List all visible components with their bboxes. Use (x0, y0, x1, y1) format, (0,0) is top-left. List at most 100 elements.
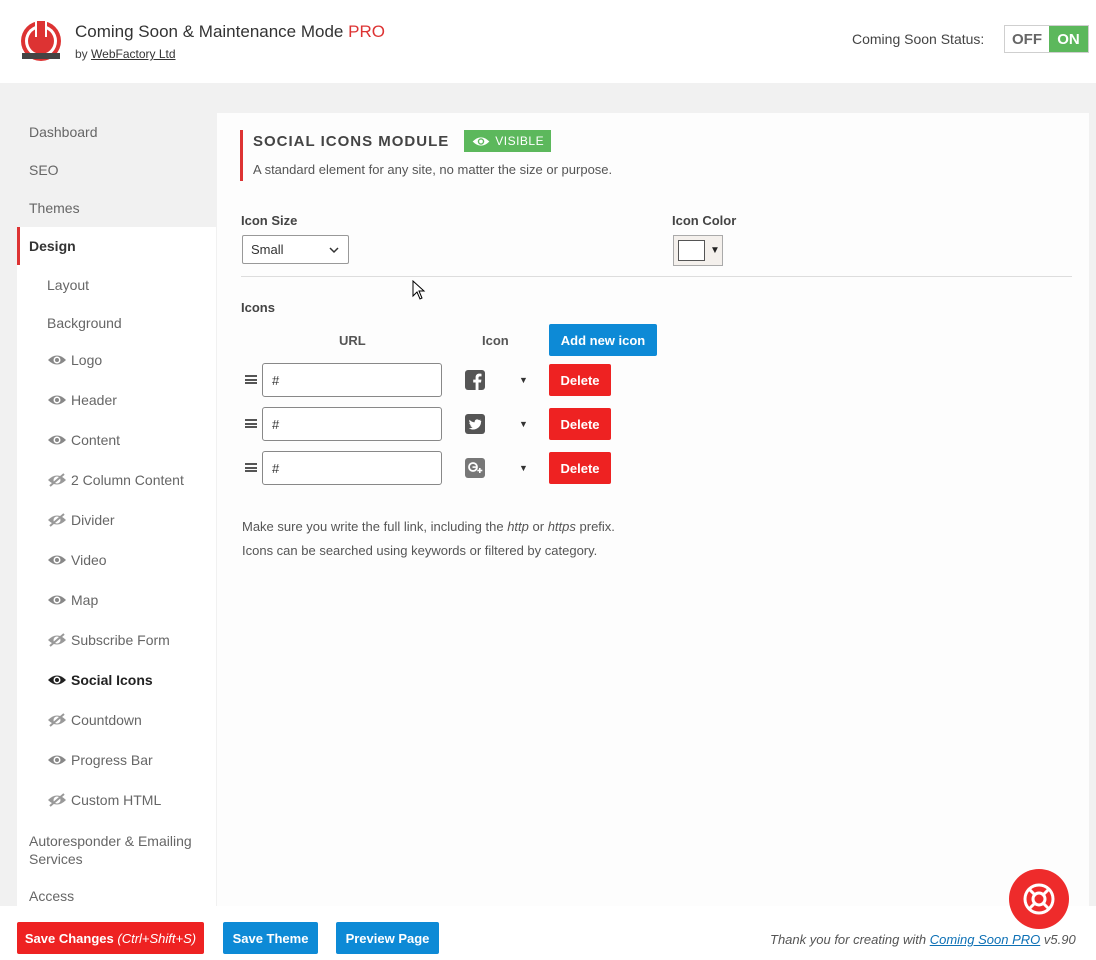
sidebar-subitem-label: Divider (71, 512, 115, 528)
icon-size-value: Small (251, 242, 284, 257)
help-note-prefix: Make sure you write the full link, inclu… (242, 519, 615, 534)
help-note-search: Icons can be searched using keywords or … (242, 543, 598, 558)
eye-icon (472, 136, 490, 146)
preview-page-button[interactable]: Preview Page (336, 922, 439, 954)
toggle-off[interactable]: OFF (1005, 26, 1049, 52)
sidebar-subitem-divider[interactable]: Divider (17, 500, 216, 540)
module-header: SOCIAL ICONS MODULE VISIBLE A standard e… (240, 130, 612, 181)
eye-slash-icon[interactable] (47, 513, 67, 527)
eye-icon[interactable] (47, 433, 67, 447)
url-input[interactable]: # (262, 407, 442, 441)
help-lifebuoy-button[interactable] (1009, 869, 1069, 929)
sidebar-subitem-layout[interactable]: Layout (17, 265, 216, 305)
sidebar-subitem-label: Progress Bar (71, 752, 153, 768)
by-prefix: by (75, 47, 88, 61)
icon-size-select[interactable]: Small (242, 235, 349, 264)
sidebar-subitem-video[interactable]: Video (17, 540, 216, 580)
app-title: Coming Soon & Maintenance Mode PRO (75, 22, 385, 42)
sidebar-subitem-map[interactable]: Map (17, 580, 216, 620)
thanks-note: Thank you for creating with Coming Soon … (770, 932, 1076, 947)
drag-handle-icon[interactable] (245, 419, 257, 428)
sidebar-subitem-background[interactable]: Background (17, 303, 216, 343)
sidebar-item-autoresponder[interactable]: Autoresponder & Emailing Services (17, 826, 216, 878)
caret-down-icon[interactable]: ▼ (519, 375, 528, 385)
visible-badge[interactable]: VISIBLE (464, 130, 552, 152)
icon-color-label: Icon Color (672, 213, 737, 228)
sidebar-subitem-subscribe-form[interactable]: Subscribe Form (17, 620, 216, 660)
url-column-header: URL (339, 333, 366, 348)
sidebar-subitem-label: Countdown (71, 712, 142, 728)
lifebuoy-icon (1023, 883, 1055, 915)
save-shortcut: (Ctrl+Shift+S) (117, 930, 197, 946)
module-description: A standard element for any site, no matt… (253, 162, 613, 177)
save-changes-label: Save Changes (24, 930, 114, 946)
sidebar-subitem-progress-bar[interactable]: Progress Bar (17, 740, 216, 780)
url-input[interactable]: # (262, 363, 442, 397)
eye-slash-icon[interactable] (47, 713, 67, 727)
delete-button[interactable]: Delete (549, 364, 611, 396)
facebook-icon[interactable] (465, 370, 485, 390)
eye-icon[interactable] (47, 673, 67, 687)
thanks-text: Thank you for creating with (770, 932, 927, 947)
sidebar-subitem-label: Layout (47, 277, 90, 293)
sidebar-item-dashboard[interactable]: Dashboard (17, 113, 216, 151)
sidebar-item-seo[interactable]: SEO (17, 151, 216, 189)
eye-icon[interactable] (47, 553, 67, 567)
sidebar-subitem-countdown[interactable]: Countdown (17, 700, 216, 740)
section-divider (241, 276, 1072, 277)
caret-down-icon: ▼ (710, 245, 720, 256)
main-panel: SOCIAL ICONS MODULE VISIBLE A standard e… (217, 113, 1089, 906)
sidebar-subitem-custom-html[interactable]: Custom HTML (17, 780, 216, 820)
add-new-icon-button[interactable]: Add new icon (549, 324, 657, 356)
sidebar-subitem-label: Map (71, 592, 99, 608)
pro-label: PRO (348, 22, 385, 41)
icon-column-header: Icon (482, 333, 509, 348)
eye-slash-icon[interactable] (47, 633, 67, 647)
sidebar-subitem-label: 2 Column Content (71, 472, 184, 488)
eye-slash-icon[interactable] (47, 473, 67, 487)
icon-color-picker[interactable]: ▼ (673, 235, 723, 266)
sidebar-item-themes[interactable]: Themes (17, 189, 216, 227)
by-line: by WebFactory Ltd (75, 47, 176, 61)
eye-icon[interactable] (47, 353, 67, 367)
save-theme-button[interactable]: Save Theme (223, 922, 318, 954)
toggle-on[interactable]: ON (1049, 26, 1088, 52)
sidebar-subitem-content[interactable]: Content (17, 420, 216, 460)
coming-soon-status-toggle[interactable]: OFF ON (1004, 25, 1089, 53)
sidebar-subitem-label: Content (71, 432, 121, 448)
sidebar-subitem-social-icons[interactable]: Social Icons (17, 660, 216, 700)
note-https: https (547, 519, 576, 534)
url-input[interactable]: # (262, 451, 442, 485)
sidebar-subitem-label: Video (71, 552, 107, 568)
caret-down-icon[interactable]: ▼ (519, 463, 528, 473)
twitter-icon[interactable] (465, 414, 485, 434)
drag-handle-icon[interactable] (245, 463, 257, 472)
sidebar-subitem-logo[interactable]: Logo (17, 340, 216, 380)
module-title: SOCIAL ICONS MODULE VISIBLE (253, 130, 612, 152)
eye-icon[interactable] (47, 593, 67, 607)
sidebar-subitem-2-column-content[interactable]: 2 Column Content (17, 460, 216, 500)
delete-button[interactable]: Delete (549, 408, 611, 440)
webfactory-link[interactable]: WebFactory Ltd (91, 47, 175, 61)
mouse-cursor-icon (412, 280, 426, 300)
coming-soon-pro-link[interactable]: Coming Soon PRO (930, 932, 1041, 947)
logo-wrench-icon (21, 19, 61, 61)
icons-label: Icons (241, 300, 275, 315)
caret-down-icon[interactable]: ▼ (519, 419, 528, 429)
top-header: Coming Soon & Maintenance Mode PRO by We… (0, 0, 1096, 83)
icon-size-label: Icon Size (241, 213, 298, 228)
drag-handle-icon[interactable] (245, 375, 257, 384)
eye-icon[interactable] (47, 393, 67, 407)
sidebar-subitem-label: Logo (71, 352, 103, 368)
google-plus-icon[interactable] (465, 458, 485, 478)
sidebar-subitem-label: Custom HTML (71, 792, 162, 808)
eye-slash-icon[interactable] (47, 793, 67, 807)
save-changes-button[interactable]: Save Changes (Ctrl+Shift+S) (17, 922, 204, 954)
note-http: http (507, 519, 529, 534)
sidebar-item-design[interactable]: Design (17, 227, 216, 265)
sidebar-subitem-header[interactable]: Header (17, 380, 216, 420)
chevron-down-icon (329, 247, 339, 254)
sidebar-subitem-label: Social Icons (71, 672, 153, 688)
eye-icon[interactable] (47, 753, 67, 767)
delete-button[interactable]: Delete (549, 452, 611, 484)
